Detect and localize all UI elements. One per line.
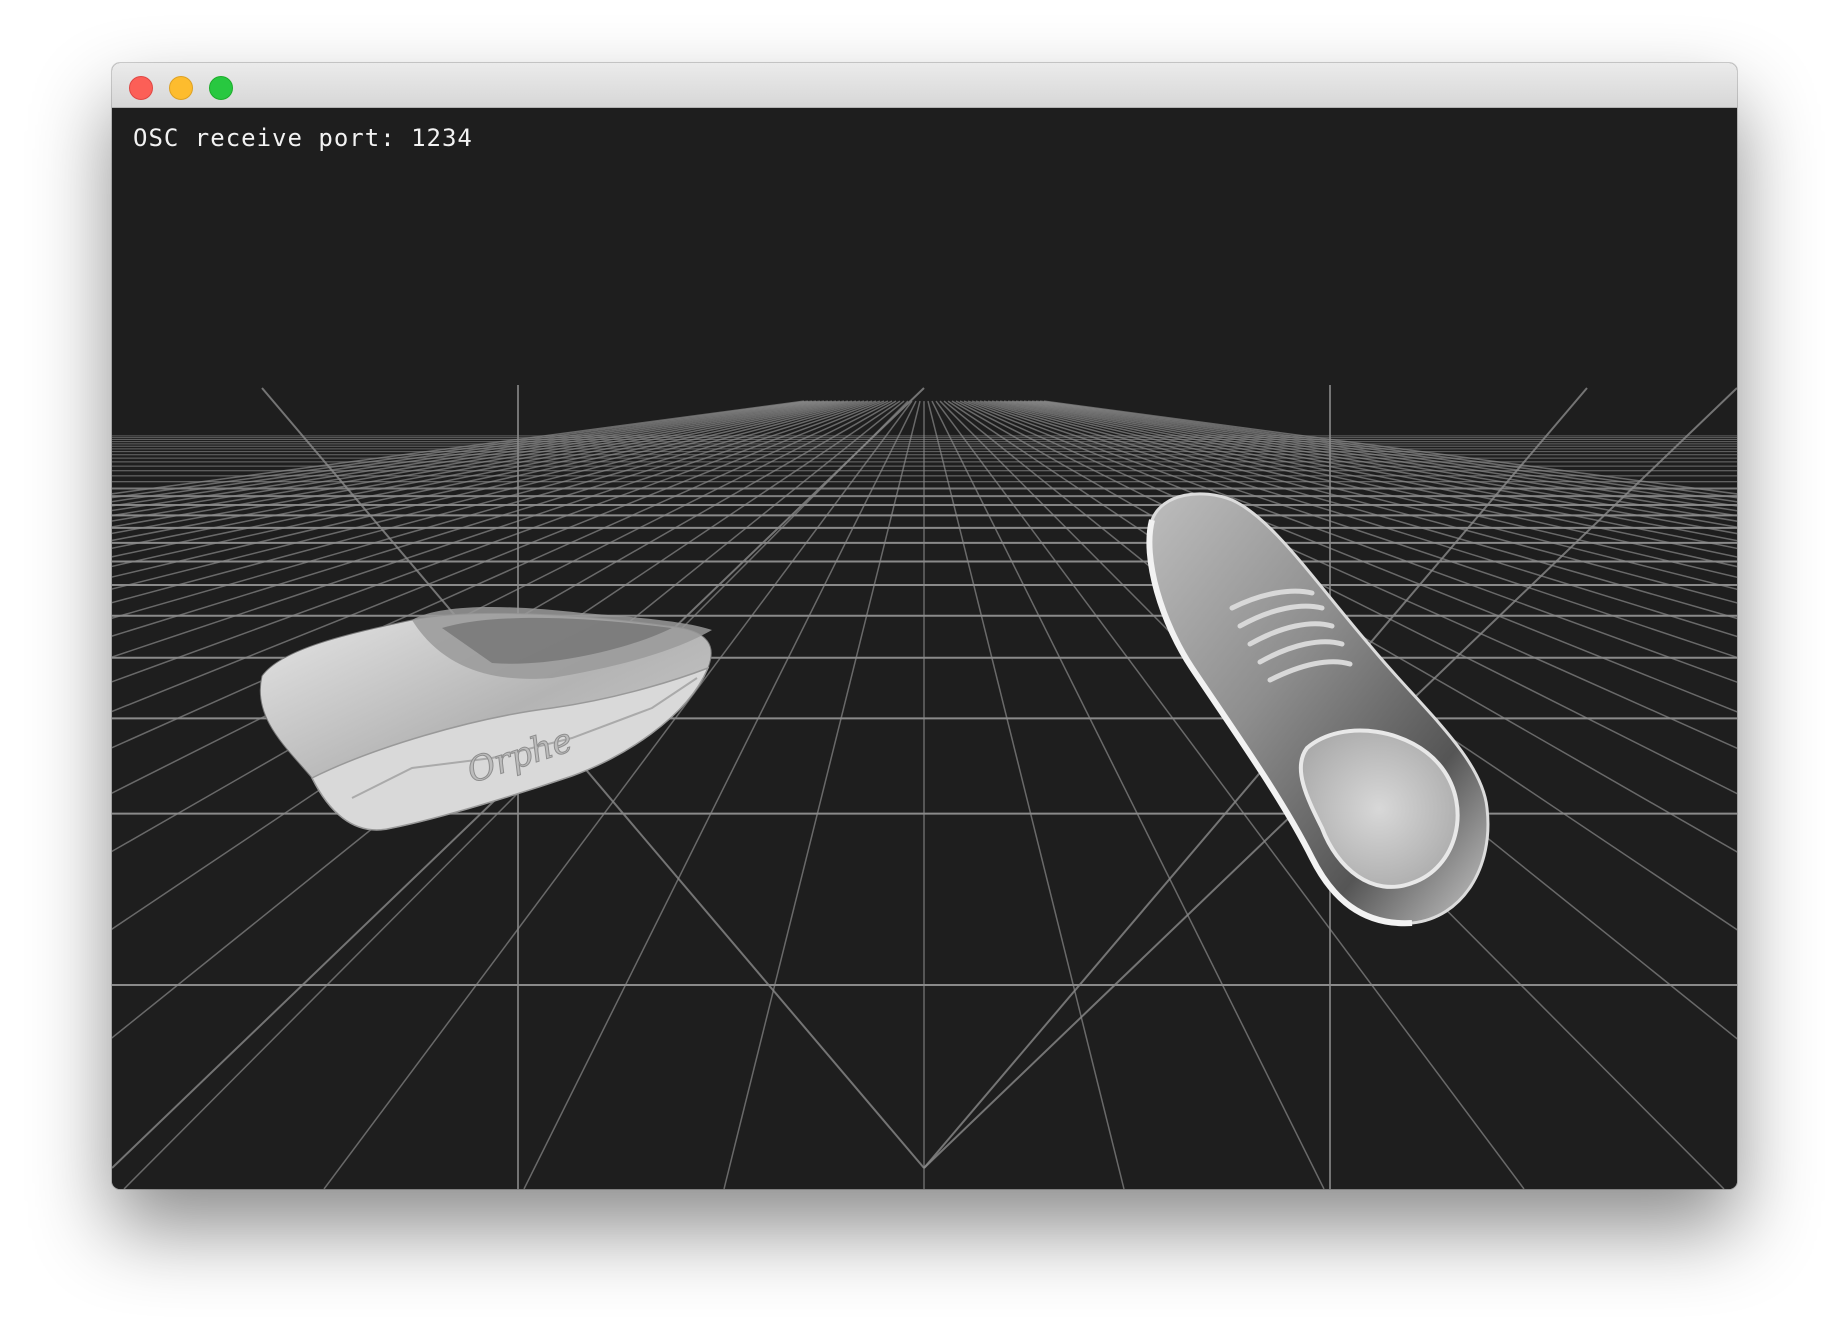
app-window: Orphe OSC receive port: 1234 <box>112 63 1737 1189</box>
scene-canvas: Orphe <box>112 385 1737 1189</box>
osc-port-label: OSC receive port: 1234 <box>133 124 473 152</box>
3d-viewport[interactable]: Orphe OSC receive port: 1234 <box>112 108 1737 1189</box>
title-bar[interactable] <box>112 63 1737 108</box>
grid-line-radial <box>931 400 1325 1189</box>
left-shoe-model: Orphe <box>259 607 712 831</box>
grid-line-radial <box>523 400 917 1189</box>
zoom-button[interactable] <box>209 76 233 100</box>
grid-line-radial <box>723 400 921 1189</box>
minimize-button[interactable] <box>169 76 193 100</box>
close-button[interactable] <box>129 76 153 100</box>
right-shoe-model <box>1146 492 1490 927</box>
